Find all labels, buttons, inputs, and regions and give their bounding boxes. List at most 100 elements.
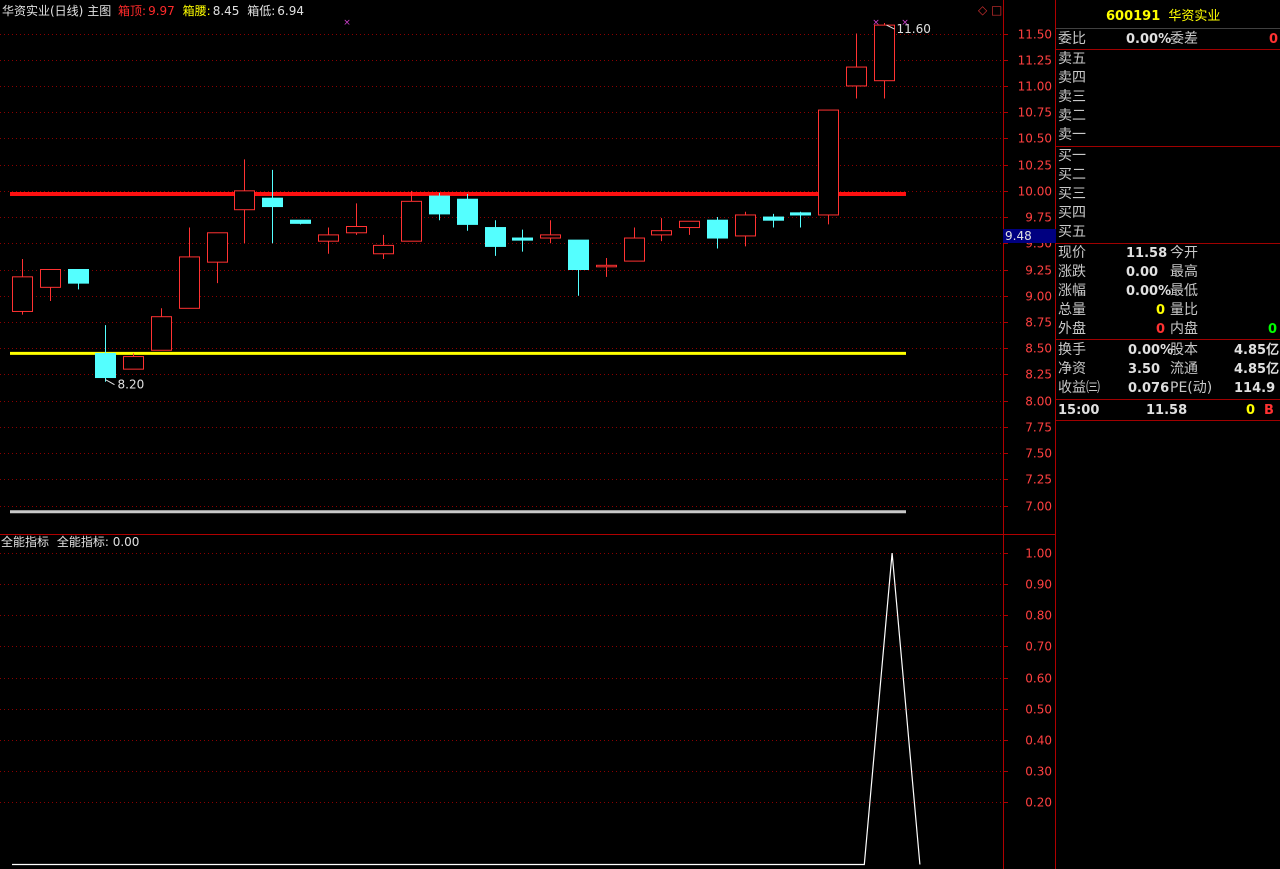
box-waist-label: 箱腰:: [182, 4, 211, 18]
indicator-tick-label: 0.80: [1025, 609, 1052, 623]
indicator-line: [12, 552, 921, 866]
price-tick-label: 9.75: [1025, 211, 1052, 225]
indicator-tick-label: 0.40: [1025, 734, 1052, 748]
candle-down[interactable]: [707, 219, 728, 239]
candle-up[interactable]: [818, 109, 839, 216]
sell-row: 卖四: [1058, 70, 1086, 86]
box-top-label: 箱顶:: [118, 4, 147, 18]
indicator-tick-label: 0.90: [1025, 578, 1052, 592]
price-tick-label: 7.75: [1025, 421, 1052, 435]
candle-down[interactable]: [290, 219, 311, 224]
main-chart-label: 主图: [87, 4, 112, 18]
chart-window-controls[interactable]: ◇ □: [978, 3, 1002, 17]
stat-row: 涨跌 0.00 最高: [1058, 264, 1198, 280]
candle-up[interactable]: [123, 356, 144, 370]
indicator-tick-label: 0.20: [1025, 796, 1052, 810]
signal-marker-icon: ×: [343, 18, 351, 28]
price-tick-label: 11.25: [1018, 54, 1052, 68]
signal-marker-icon: ×: [901, 18, 909, 28]
candle-down[interactable]: [568, 239, 589, 270]
indicator-name: 全能指标:: [56, 535, 109, 549]
candle-up[interactable]: [596, 264, 617, 268]
indicator-title: 全能指标: [1, 535, 50, 549]
stat2-row: 收益㈢ 0.076 PE(动) 114.9: [1058, 380, 1276, 396]
candle-down[interactable]: [457, 198, 478, 225]
candle-down[interactable]: [429, 195, 450, 215]
price-tick-label: 11.00: [1018, 80, 1052, 94]
tick-row: 15:00 11.58 0 B: [1058, 403, 1274, 418]
candle-up[interactable]: [735, 214, 756, 237]
stock-title: 华资实业(日线): [2, 4, 84, 18]
candle-up[interactable]: [651, 230, 672, 236]
candle-down[interactable]: [485, 227, 506, 247]
buy-row: 买三: [1058, 186, 1086, 202]
price-tick-label: 8.25: [1025, 368, 1052, 382]
stock-name: 华资实业: [1168, 9, 1221, 24]
sell-row: 卖二: [1058, 108, 1086, 124]
box-top-value: 9.97: [148, 4, 175, 18]
candle-down[interactable]: [95, 352, 116, 379]
current-price-marker: 9.48: [1003, 229, 1056, 243]
candle-up[interactable]: [874, 24, 895, 82]
candle-down[interactable]: [790, 212, 811, 216]
price-tick-label: 7.25: [1025, 473, 1052, 487]
candle-up[interactable]: [151, 316, 172, 351]
chart-header: 华资实业(日线) 主图 箱顶: 9.97 箱腰: 8.45 箱低: 6.94: [2, 4, 304, 18]
price-tick-label: 8.50: [1025, 342, 1052, 356]
price-tick-label: 10.25: [1018, 159, 1052, 173]
signal-marker-icon: ×: [872, 18, 880, 28]
box-waist-value: 8.45: [212, 4, 240, 18]
indicator-tick-label: 1.00: [1025, 547, 1052, 561]
candle-up[interactable]: [12, 276, 33, 312]
candle-up[interactable]: [373, 244, 394, 255]
candle-up[interactable]: [624, 237, 645, 262]
buy-row: 买二: [1058, 167, 1086, 183]
candle-up[interactable]: [40, 269, 61, 288]
candle-down[interactable]: [68, 269, 89, 284]
price-tick-label: 10.50: [1018, 132, 1052, 146]
low-marker-arrow: [105, 379, 115, 386]
indicator-value: 0.00: [112, 535, 140, 549]
indicator-tick-label: 0.50: [1025, 703, 1052, 717]
candle-down[interactable]: [763, 216, 784, 221]
candle-up[interactable]: [207, 232, 228, 263]
buy-row: 买五: [1058, 224, 1086, 240]
box-low-value: 6.94: [277, 4, 304, 18]
candle-down[interactable]: [262, 197, 283, 208]
candle-up[interactable]: [234, 190, 255, 211]
price-tick-label: 7.00: [1025, 500, 1052, 514]
box-low-label: 箱低:: [247, 4, 276, 18]
indicator-tick-label: 0.30: [1025, 765, 1052, 779]
candle-up[interactable]: [679, 220, 700, 229]
low-price-label: 8.20: [118, 378, 145, 392]
buy-row: 买一: [1058, 148, 1086, 164]
sell-row: 卖一: [1058, 127, 1086, 143]
stat2-row: 换手 0.00% 股本 4.85亿: [1058, 342, 1280, 358]
weibi-row: 委比 0.00% 委差 0: [1058, 31, 1279, 47]
candle-up[interactable]: [179, 256, 200, 309]
stat-row: 总量 0 量比: [1058, 302, 1198, 318]
price-tick-label: 11.50: [1018, 28, 1052, 42]
sell-row: 卖三: [1058, 89, 1086, 105]
candle-up[interactable]: [401, 200, 422, 242]
indicator-tick-label: 0.60: [1025, 672, 1052, 686]
buy-row: 买四: [1058, 205, 1086, 221]
price-tick-label: 10.75: [1018, 106, 1052, 120]
price-tick-label: 7.50: [1025, 447, 1052, 461]
candle-up[interactable]: [846, 66, 867, 87]
stat2-row: 净资 3.50 流通 4.85亿: [1058, 361, 1280, 377]
stock-code: 600191: [1106, 9, 1161, 24]
price-tick-label: 8.00: [1025, 395, 1052, 409]
candle-down[interactable]: [512, 237, 533, 241]
price-tick-label: 9.25: [1025, 264, 1052, 278]
candle-up[interactable]: [540, 234, 561, 239]
stock-code-header[interactable]: 600191 华资实业: [1106, 7, 1276, 27]
sell-row: 卖五: [1058, 51, 1086, 67]
stat-row: 涨幅 0.00% 最低: [1058, 283, 1198, 299]
price-tick-label: 9.00: [1025, 290, 1052, 304]
indicator-header: 全能指标 全能指标: 0.00: [1, 535, 139, 549]
quote-panel: 600191 华资实业 委比 0.00% 委差 0 卖五卖四卖三卖二卖一 买一买…: [1056, 0, 1280, 869]
candle-up[interactable]: [318, 234, 339, 242]
price-tick-label: 10.00: [1018, 185, 1052, 199]
candle-up[interactable]: [346, 225, 367, 234]
